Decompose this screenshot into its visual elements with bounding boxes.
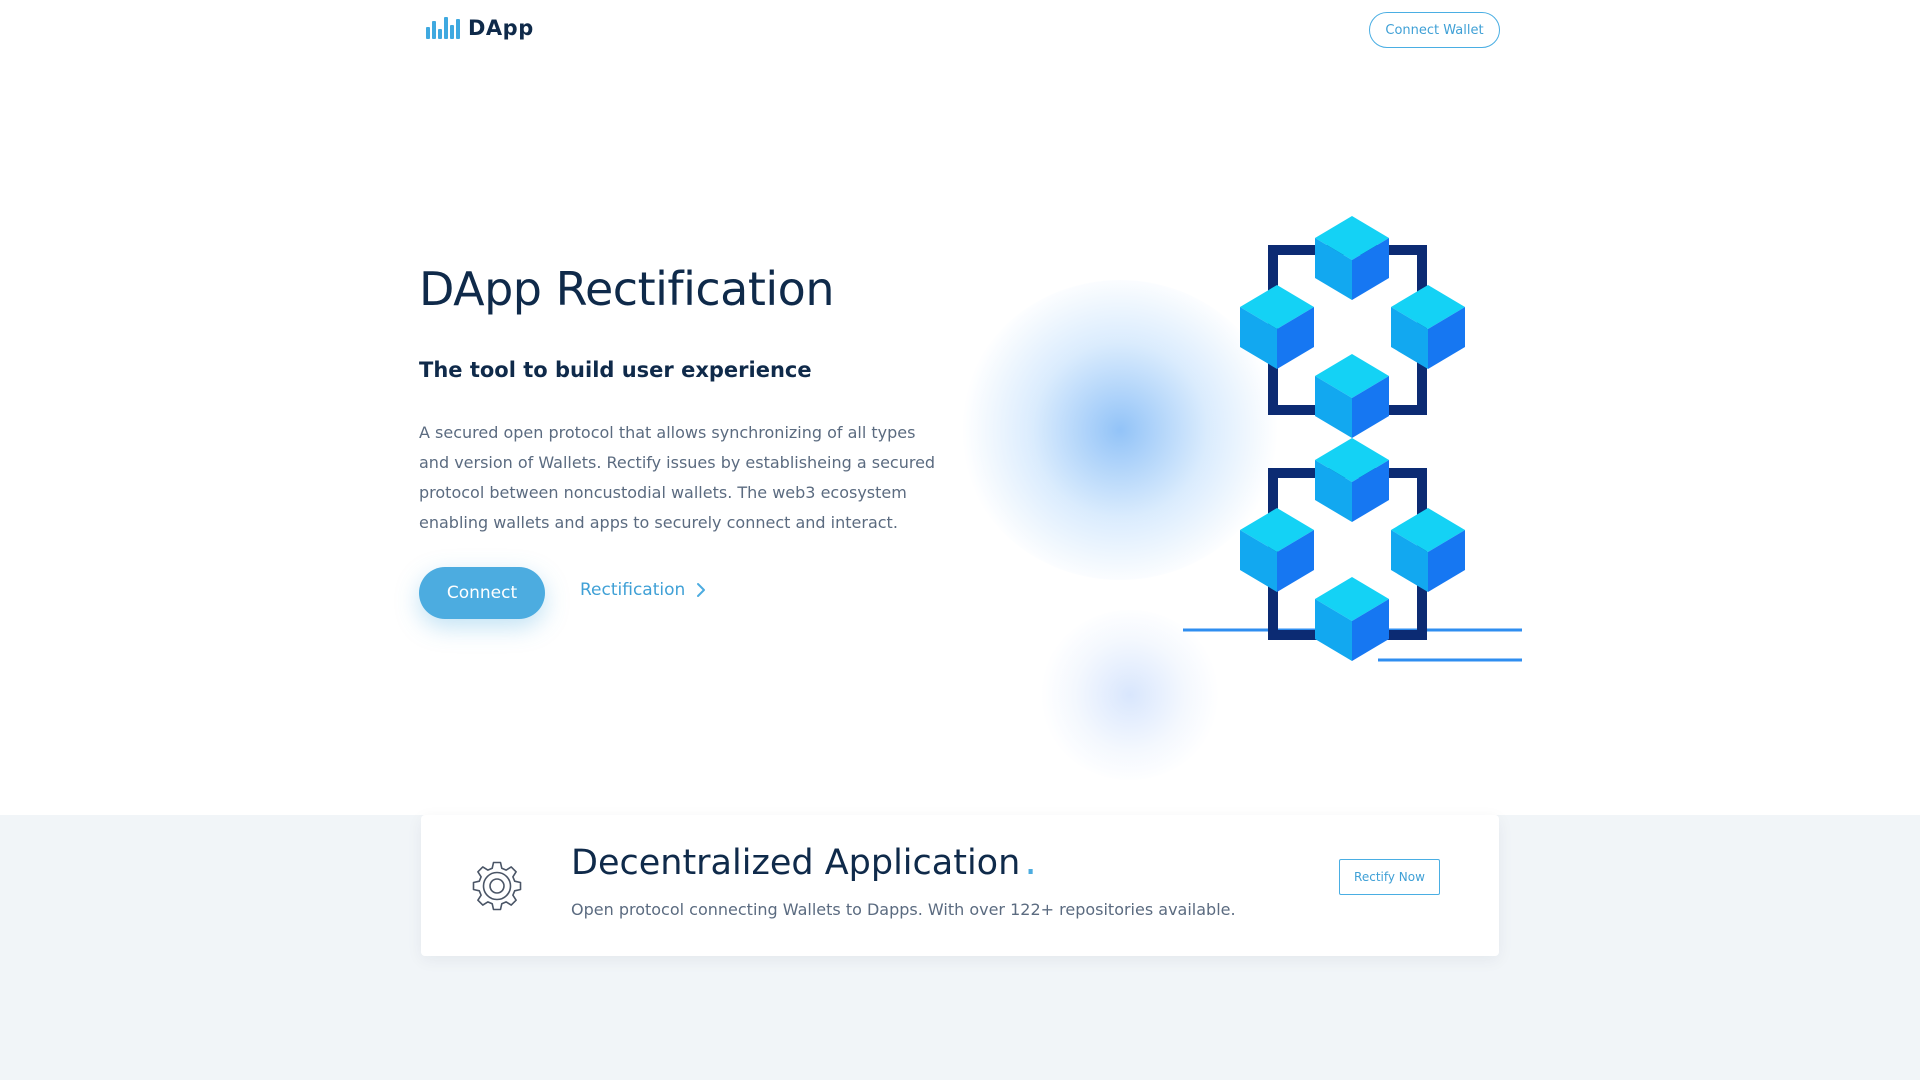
hero-subtitle: The tool to build user experience — [419, 358, 812, 382]
logo[interactable]: DApp — [426, 16, 534, 40]
bar-chart-logo-icon — [426, 17, 460, 39]
feature-card-title-text: Decentralized Application — [571, 843, 1021, 883]
rectification-link-label: Rectification — [580, 580, 686, 600]
feature-card-title: Decentralized Application . — [571, 841, 1037, 883]
rectify-now-button[interactable]: Rectify Now — [1339, 859, 1440, 895]
feature-card-title-dot: . — [1024, 838, 1037, 884]
hero-description: A secured open protocol that allows sync… — [419, 423, 936, 532]
logo-text: DApp — [468, 16, 534, 40]
feature-card-description: Open protocol connecting Wallets to Dapp… — [571, 900, 1236, 919]
blockchain-cubes-illustration — [1183, 216, 1522, 662]
connect-wallet-button[interactable]: Connect Wallet — [1369, 12, 1500, 48]
top-navbar: DApp Connect Wallet — [0, 0, 1920, 60]
chevron-right-icon — [697, 583, 706, 597]
rectification-link[interactable]: Rectification — [580, 580, 707, 600]
gear-icon — [472, 861, 522, 911]
hero-title: DApp Rectification — [419, 262, 834, 316]
feature-card: Decentralized Application . Open protoco… — [421, 815, 1499, 956]
connect-button[interactable]: Connect — [419, 567, 545, 619]
